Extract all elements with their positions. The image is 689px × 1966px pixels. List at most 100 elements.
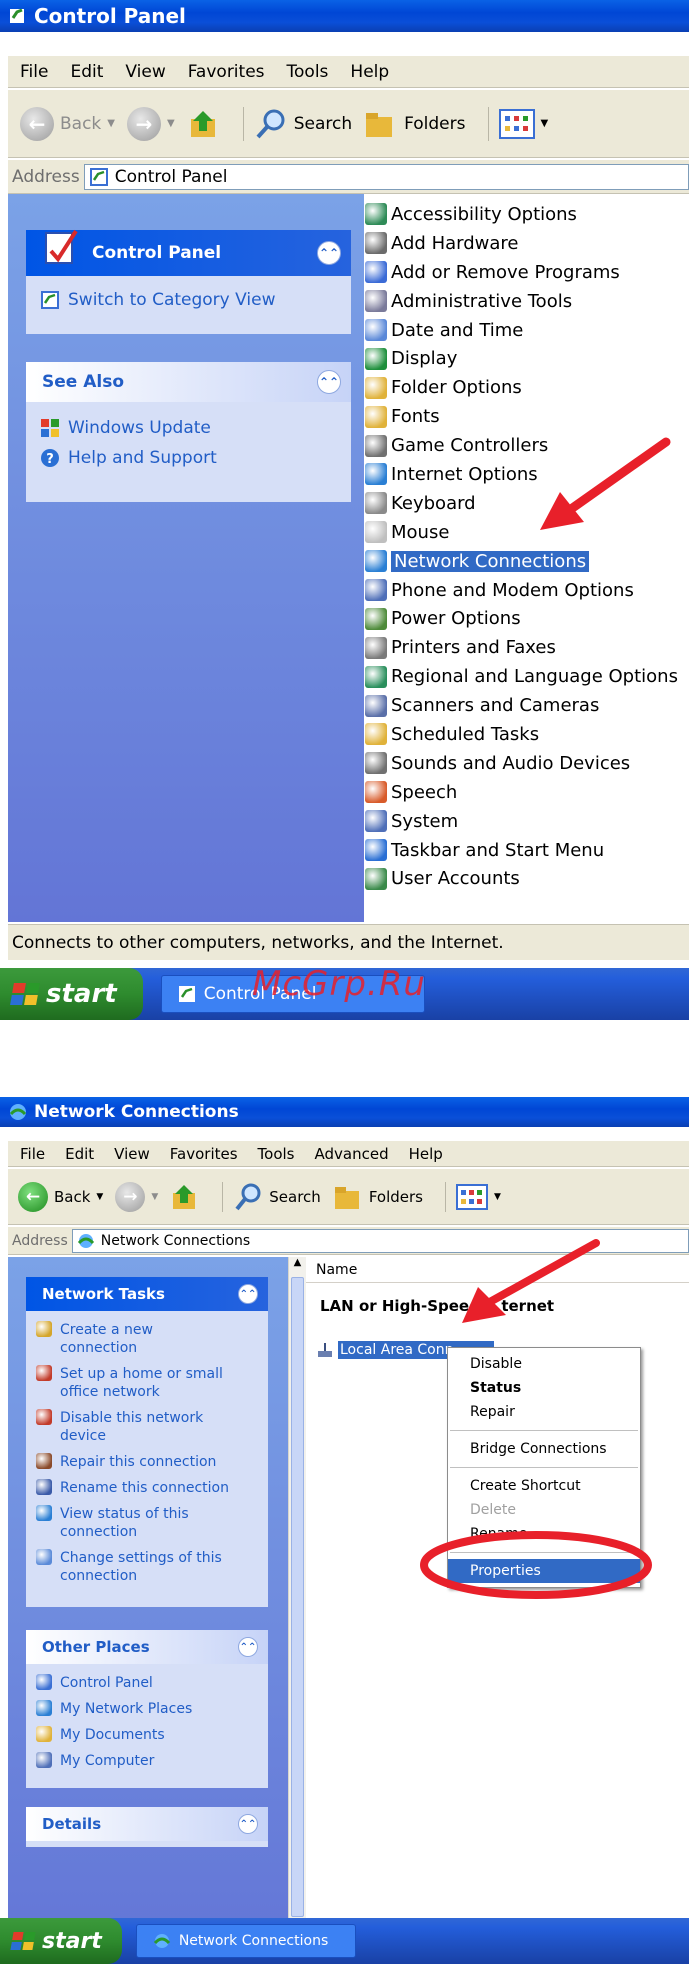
folders-button[interactable]: Folders: [364, 109, 466, 139]
menu-bar: File Edit View Favorites Tools Advanced …: [8, 1141, 689, 1167]
context-menu-bridge-connections[interactable]: Bridge Connections: [448, 1437, 640, 1461]
other-places-header[interactable]: Other Places ⌃⌃: [26, 1630, 268, 1664]
search-button[interactable]: Search: [254, 107, 352, 141]
dropdown-arrow-icon: ▼: [151, 1191, 159, 1202]
scroll-thumb[interactable]: [291, 1277, 304, 1917]
context-menu-disable[interactable]: Disable: [448, 1352, 640, 1376]
internet-options-icon: [365, 463, 387, 486]
title-bar[interactable]: Network Connections: [0, 1097, 689, 1127]
up-folder-button[interactable]: [187, 107, 221, 141]
control-panel-item[interactable]: Taskbar and Start Menu: [365, 836, 689, 865]
disable-network-icon: [36, 1409, 52, 1425]
control-panel-item[interactable]: User Accounts: [365, 864, 689, 893]
other-place-link[interactable]: My Network Places: [36, 1700, 258, 1718]
control-panel-icon: [45, 229, 78, 264]
network-places-icon: [36, 1700, 52, 1716]
menu-tools[interactable]: Tools: [258, 1145, 295, 1163]
network-task-link[interactable]: Disable this network device: [36, 1409, 258, 1445]
vertical-scrollbar[interactable]: ▲ ▼: [288, 1257, 306, 1962]
menu-view[interactable]: View: [125, 62, 165, 82]
collapse-chevron-icon[interactable]: ⌃⌃: [317, 370, 341, 394]
menu-file[interactable]: File: [20, 62, 48, 82]
control-panel-item[interactable]: Add Hardware: [365, 229, 689, 258]
views-button[interactable]: ▼: [498, 108, 548, 139]
control-panel-item[interactable]: Folder Options: [365, 373, 689, 402]
other-place-label: My Computer: [60, 1753, 155, 1769]
network-task-link[interactable]: View status of this connection: [36, 1505, 258, 1541]
menu-help[interactable]: Help: [409, 1145, 443, 1163]
scroll-up-icon[interactable]: ▲: [289, 1257, 306, 1275]
control-panel-icon: [89, 167, 108, 186]
network-task-link[interactable]: Rename this connection: [36, 1479, 258, 1497]
network-task-link[interactable]: Set up a home or small office network: [36, 1365, 258, 1401]
menu-tools[interactable]: Tools: [287, 62, 329, 82]
up-folder-button[interactable]: [170, 1182, 200, 1212]
network-tasks-header[interactable]: Network Tasks ⌃⌃: [26, 1277, 268, 1311]
menu-separator: [450, 1430, 638, 1431]
control-panel-item[interactable]: Speech: [365, 778, 689, 807]
network-task-line2: connection: [60, 1340, 138, 1356]
back-button[interactable]: ← Back ▼: [20, 106, 115, 141]
taskbar-item-network-connections[interactable]: Network Connections: [135, 1923, 356, 1959]
folders-button[interactable]: Folders: [333, 1183, 423, 1211]
control-panel-header[interactable]: Control Panel ⌃⌃: [26, 229, 351, 276]
network-task-link[interactable]: Create a new connection: [36, 1321, 258, 1357]
menu-edit[interactable]: Edit: [70, 62, 103, 82]
context-menu-create-shortcut[interactable]: Create Shortcut: [448, 1474, 640, 1498]
collapse-chevron-icon[interactable]: ⌃⌃: [238, 1814, 258, 1834]
menu-view[interactable]: View: [114, 1145, 150, 1163]
control-panel-item[interactable]: Power Options: [365, 604, 689, 633]
forward-button[interactable]: → ▼: [115, 1181, 159, 1212]
address-field[interactable]: Control Panel: [83, 163, 689, 190]
control-panel-item[interactable]: Accessibility Options: [365, 200, 689, 229]
other-place-link[interactable]: My Documents: [36, 1726, 258, 1744]
control-panel-item[interactable]: Administrative Tools: [365, 287, 689, 316]
back-button[interactable]: ← Back ▼: [18, 1181, 103, 1212]
control-panel-item[interactable]: Network Connections: [365, 547, 689, 576]
collapse-chevron-icon[interactable]: ⌃⌃: [238, 1637, 258, 1657]
control-panel-item[interactable]: Printers and Faxes: [365, 633, 689, 662]
control-panel-item[interactable]: Fonts: [365, 402, 689, 431]
title-bar[interactable]: Control Panel: [0, 0, 689, 32]
menu-separator: [450, 1467, 638, 1468]
see-also-header[interactable]: See Also ⌃⌃: [26, 362, 351, 402]
control-panel-item[interactable]: Scanners and Cameras: [365, 691, 689, 720]
other-place-link[interactable]: My Computer: [36, 1752, 258, 1770]
start-button[interactable]: start: [0, 968, 143, 1020]
menu-help[interactable]: Help: [350, 62, 389, 82]
control-panel-item[interactable]: Date and Time: [365, 316, 689, 345]
network-task-line1: Rename this connection: [60, 1480, 229, 1496]
control-panel-item[interactable]: Display: [365, 344, 689, 373]
context-menu-repair[interactable]: Repair: [448, 1400, 640, 1424]
details-header[interactable]: Details ⌃⌃: [26, 1807, 268, 1841]
control-panel-item[interactable]: Phone and Modem Options: [365, 576, 689, 605]
switch-category-view-link[interactable]: Switch to Category View: [40, 290, 337, 310]
network-task-link[interactable]: Change settings of this connection: [36, 1549, 258, 1585]
other-place-link[interactable]: Control Panel: [36, 1674, 258, 1692]
menu-file[interactable]: File: [20, 1145, 45, 1163]
search-icon: [256, 109, 285, 138]
menu-favorites[interactable]: Favorites: [170, 1145, 238, 1163]
game-controllers-icon: [365, 434, 387, 457]
collapse-chevron-icon[interactable]: ⌃⌃: [317, 241, 341, 265]
context-menu-status[interactable]: Status: [448, 1376, 640, 1400]
collapse-chevron-icon[interactable]: ⌃⌃: [238, 1284, 258, 1304]
toolbar: ← Back ▼ → ▼ Search Folders ▼: [8, 1169, 689, 1225]
control-panel-item[interactable]: Add or Remove Programs: [365, 258, 689, 287]
windows-update-link[interactable]: Windows Update: [40, 418, 337, 438]
control-panel-item[interactable]: Scheduled Tasks: [365, 720, 689, 749]
control-panel-item[interactable]: Sounds and Audio Devices: [365, 749, 689, 778]
start-button[interactable]: start: [0, 1918, 122, 1964]
menu-favorites[interactable]: Favorites: [188, 62, 265, 82]
search-button[interactable]: Search: [233, 1182, 321, 1212]
network-connections-icon: [8, 1102, 28, 1122]
menu-edit[interactable]: Edit: [65, 1145, 94, 1163]
control-panel-item[interactable]: Regional and Language Options: [365, 662, 689, 691]
views-button[interactable]: ▼: [455, 1183, 501, 1210]
forward-button[interactable]: → ▼: [126, 106, 175, 141]
menu-advanced[interactable]: Advanced: [315, 1145, 389, 1163]
help-support-link[interactable]: ? Help and Support: [40, 448, 337, 468]
control-panel-item[interactable]: System: [365, 807, 689, 836]
network-task-line1: Create a new: [60, 1322, 153, 1338]
network-task-link[interactable]: Repair this connection: [36, 1453, 258, 1471]
